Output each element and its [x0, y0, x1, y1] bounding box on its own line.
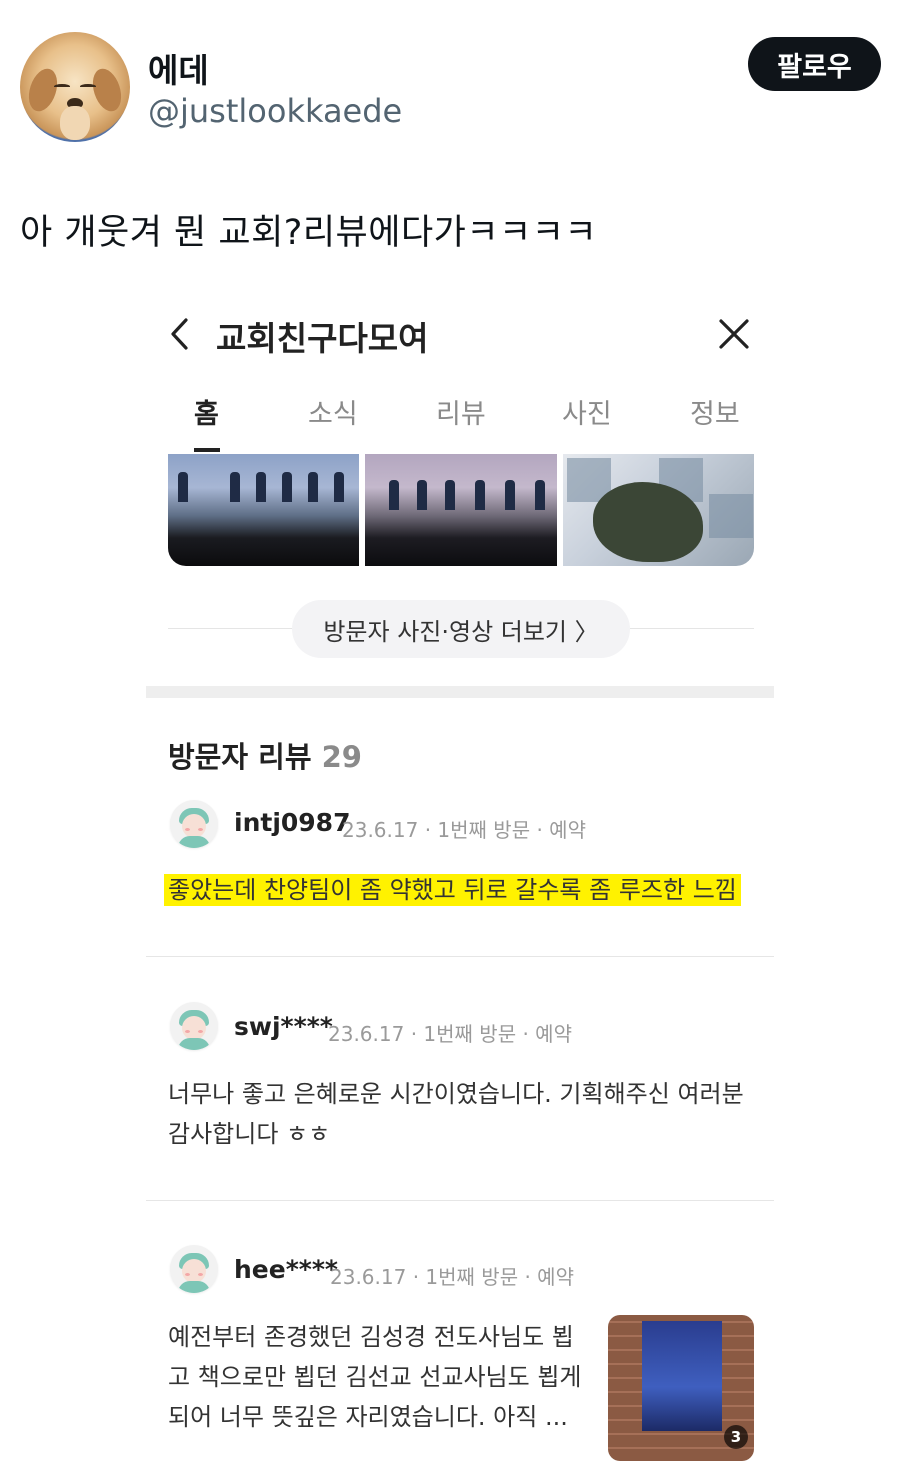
- more-visitor-media-button[interactable]: 방문자 사진·영상 더보기 〉: [292, 600, 630, 658]
- review-meta: 23.6.17 · 1번째 방문 · 예약: [330, 1265, 574, 1289]
- reviewer-name[interactable]: hee****: [234, 1255, 338, 1284]
- avatar-body: [178, 836, 210, 848]
- review-text-line: 예전부터 존경했던 김성경 전도사님도 뵙: [168, 1323, 574, 1351]
- reviews-heading-label: 방문자 리뷰: [168, 740, 312, 774]
- gallery-photo-stage-1[interactable]: [168, 454, 360, 566]
- photo-person: [334, 472, 344, 502]
- photo-person: [505, 480, 516, 510]
- review-text-line: 감사합니다 ㅎㅎ: [168, 1120, 331, 1148]
- photo-person: [535, 480, 546, 510]
- reviewer-avatar[interactable]: [170, 800, 218, 848]
- avatar-cheek: [185, 1273, 190, 1276]
- tab-home[interactable]: 홈: [194, 392, 219, 431]
- photo-person: [282, 472, 292, 502]
- author-display-name[interactable]: 에데: [148, 44, 209, 92]
- photo-person: [475, 480, 486, 510]
- review-separator: [146, 956, 774, 957]
- tweet-text: 아 개웃겨 뭔 교회?리뷰에다가ㅋㅋㅋㅋ: [20, 213, 598, 253]
- reviewer-avatar[interactable]: [170, 1245, 218, 1293]
- review-meta: 23.6.17 · 1번째 방문 · 예약: [328, 1022, 572, 1046]
- tab-news[interactable]: 소식: [308, 392, 358, 431]
- avatar-face: [182, 1259, 206, 1283]
- attached-screenshot[interactable]: 교회친구다모여 홈 소식 리뷰 사진 정보 방문자 사진·영상 더보기 〉 방문…: [146, 290, 774, 1469]
- review-separator: [146, 1200, 774, 1201]
- photo-person: [417, 480, 428, 510]
- photo-person: [230, 472, 240, 502]
- avatar-dog-eye-left: [54, 84, 70, 89]
- visitor-reviews-heading: 방문자 리뷰 29: [168, 734, 362, 776]
- active-tab-indicator: [194, 448, 220, 452]
- review-photo-thumbnail[interactable]: 3: [608, 1315, 754, 1461]
- avatar-body: [178, 1281, 210, 1293]
- avatar-cheek: [198, 1273, 203, 1276]
- review-meta: 23.6.17 · 1번째 방문 · 예약: [342, 818, 586, 842]
- photo-person: [389, 480, 400, 510]
- photo-person: [256, 472, 266, 502]
- photo-gallery: [168, 454, 754, 566]
- reviewer-name[interactable]: swj****: [234, 1012, 333, 1041]
- reviews-count: 29: [321, 740, 362, 774]
- tab-info[interactable]: 정보: [690, 392, 740, 431]
- review-text-line: 너무나 좋고 은혜로운 시간이였습니다. 기획해주신 여러분: [168, 1080, 744, 1108]
- thumbnail-poster: [642, 1321, 722, 1431]
- avatar-dog-paw: [60, 106, 90, 140]
- reviewer-avatar[interactable]: [170, 1002, 218, 1050]
- avatar-cheek: [198, 828, 203, 831]
- avatar-cheek: [185, 828, 190, 831]
- review-text: 좋았는데 찬양팀이 좀 약했고 뒤로 갈수록 좀 루즈한 느낌: [164, 870, 741, 910]
- tab-photos[interactable]: 사진: [562, 392, 612, 431]
- photo-person: [308, 472, 318, 502]
- photo-person: [445, 480, 456, 510]
- avatar-dog-eye-right: [80, 84, 96, 89]
- author-avatar[interactable]: [20, 32, 130, 142]
- avatar-body: [178, 1038, 210, 1050]
- photo-count-badge: 3: [724, 1425, 748, 1449]
- review-text-highlighted: 좋았는데 찬양팀이 좀 약했고 뒤로 갈수록 좀 루즈한 느낌: [164, 874, 741, 906]
- close-icon[interactable]: [716, 316, 752, 352]
- back-chevron-icon[interactable]: [166, 314, 196, 354]
- review-text-line: 고 책으로만 뵙던 김선교 선교사님도 뵙게: [168, 1363, 582, 1391]
- tab-bar: 홈 소식 리뷰 사진 정보: [146, 390, 774, 452]
- reviewer-name[interactable]: intj0987: [234, 808, 350, 837]
- avatar-dog-ear-left: [23, 65, 63, 115]
- author-handle[interactable]: @justlookkaede: [148, 92, 402, 130]
- avatar-face: [182, 1016, 206, 1040]
- tab-reviews[interactable]: 리뷰: [436, 392, 486, 431]
- avatar-cheek: [185, 1030, 190, 1033]
- avatar-dog-ear-right: [87, 65, 127, 115]
- photo-poster-tile: [708, 494, 753, 538]
- place-title: 교회친구다모여: [216, 319, 429, 358]
- gallery-photo-stage-2[interactable]: [365, 454, 557, 566]
- avatar-face: [182, 814, 206, 838]
- section-divider: [146, 686, 774, 698]
- review-text-line: 되어 너무 뜻깊은 자리였습니다. 아직 ...: [168, 1403, 568, 1431]
- photo-person: [178, 472, 188, 502]
- gallery-photo-leaf[interactable]: [562, 454, 754, 566]
- follow-button[interactable]: 팔로우: [748, 37, 881, 91]
- avatar-cheek: [198, 1030, 203, 1033]
